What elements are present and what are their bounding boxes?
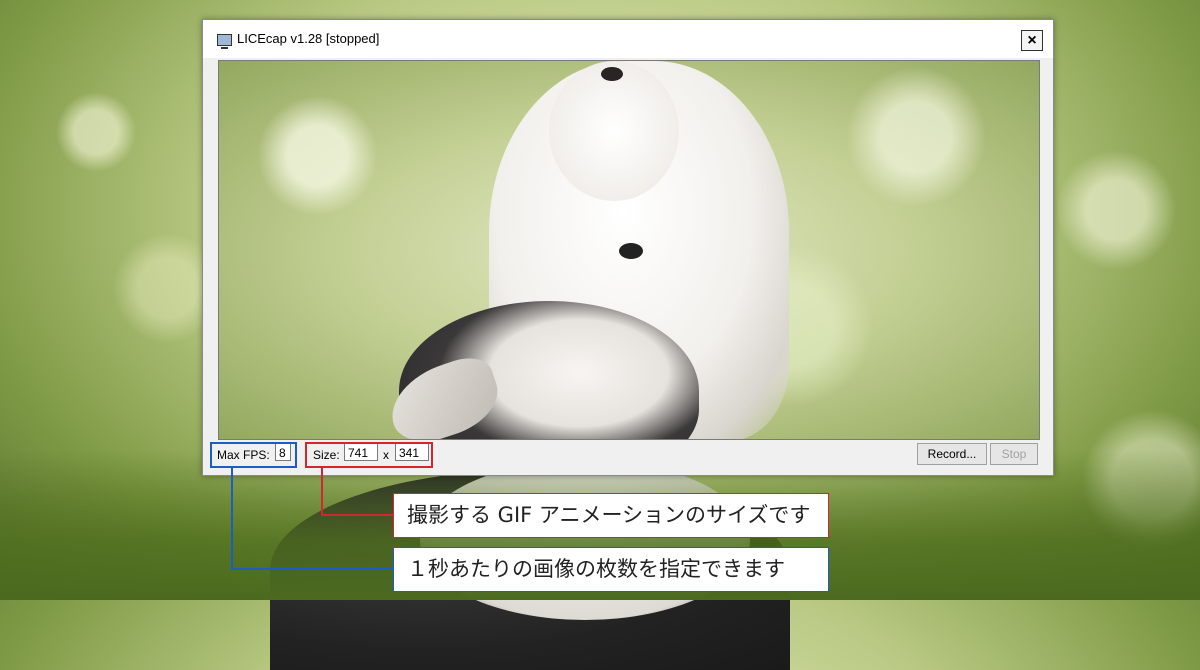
fps-highlight-box <box>210 442 297 468</box>
size-leader-horizontal <box>321 514 394 516</box>
licecap-window: LICEcap v1.28 [stopped] × Max FPS: 8 Siz… <box>202 19 1054 476</box>
white-puppy-nose-image <box>601 67 623 81</box>
size-leader-vertical <box>321 468 323 516</box>
app-icon <box>217 34 232 49</box>
white-puppy-head-image <box>549 61 679 201</box>
size-highlight-box <box>305 442 433 468</box>
title-bar[interactable]: LICEcap v1.28 [stopped] × <box>203 20 1053 58</box>
fps-callout: １秒あたりの画像の枚数を指定できます <box>393 547 829 592</box>
close-button[interactable]: × <box>1021 30 1043 51</box>
size-callout: 撮影する GIF アニメーションのサイズです <box>393 493 829 538</box>
husky-puppy-nose-image <box>619 243 643 259</box>
window-title: LICEcap v1.28 [stopped] <box>237 31 380 46</box>
stop-button[interactable]: Stop <box>990 443 1038 465</box>
fps-leader-horizontal <box>231 568 394 570</box>
capture-area[interactable] <box>218 60 1040 440</box>
fps-leader-vertical <box>231 468 233 570</box>
record-button[interactable]: Record... <box>917 443 987 465</box>
